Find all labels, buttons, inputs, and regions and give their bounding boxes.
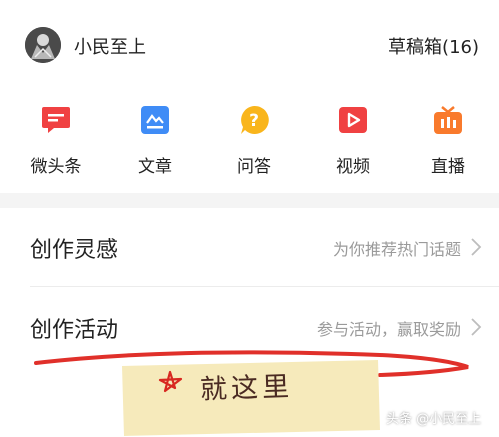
avatar-image — [25, 27, 61, 63]
tool-live[interactable]: 直播 — [408, 100, 488, 180]
row-title: 创作灵感 — [30, 238, 119, 263]
tool-label: 直播 — [431, 157, 465, 177]
chevron-right-icon — [471, 318, 482, 336]
tool-label: 文章 — [138, 157, 172, 177]
chevron-right-icon — [471, 238, 482, 256]
avatar[interactable] — [25, 27, 61, 63]
row-hint: 为你推荐热门话题 — [332, 240, 461, 259]
row-creation-inspiration[interactable]: 创作灵感 为你推荐热门话题 — [0, 208, 499, 286]
tool-label: 视频 — [336, 157, 370, 177]
row-hint: 参与活动，赢取奖励 — [316, 320, 461, 339]
tool-micro-headline[interactable]: 微头条 — [16, 100, 96, 180]
row-creation-activities[interactable]: 创作活动 参与活动，赢取奖励 — [0, 288, 499, 366]
tool-article[interactable]: 文章 — [115, 100, 195, 180]
video-icon — [339, 107, 367, 133]
creation-tools: 微头条 文章 ? 问答 视频 直播 — [0, 100, 499, 180]
qa-icon: ? — [241, 105, 269, 134]
watermark: 头条 @小民至上 — [386, 412, 482, 427]
drafts-link[interactable]: 草稿箱(16) — [388, 33, 479, 59]
micro-headline-icon — [42, 107, 70, 133]
creator-header-card: 小民至上 草稿箱(16) 微头条 文章 ? 问答 视频 直播 — [0, 0, 499, 193]
username[interactable]: 小民至上 — [74, 33, 146, 59]
row-title: 创作活动 — [30, 318, 119, 343]
svg-text:?: ? — [249, 111, 259, 131]
tool-video[interactable]: 视频 — [313, 100, 393, 180]
tool-label: 问答 — [237, 157, 271, 177]
divider — [30, 286, 499, 287]
article-icon — [141, 106, 169, 134]
live-icon — [434, 106, 462, 134]
tool-qa[interactable]: ? 问答 — [214, 100, 294, 180]
tool-label: 微头条 — [30, 157, 82, 177]
annotation-note-text: 就这里 — [199, 371, 294, 406]
